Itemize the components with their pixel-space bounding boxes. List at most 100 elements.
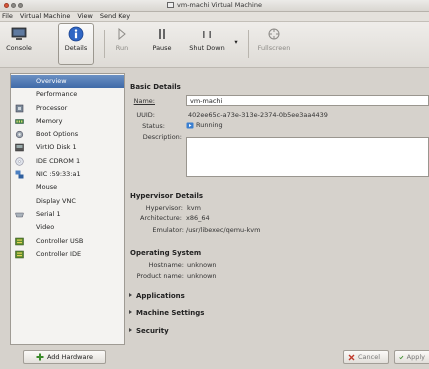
hostname-label: Hostname: [148,261,184,269]
add-hardware-button[interactable]: Add Hardware [23,350,106,364]
apply-button[interactable]: Apply [394,350,429,364]
sidebar-item-virtio-disk[interactable]: VirtIO Disk 1 [11,141,124,154]
fullscreen-button[interactable]: Fullscreen [254,24,294,52]
sidebar-item-label: Mouse [36,183,58,191]
sidebar-item-label: Overview [36,77,67,85]
sidebar-item-label: VirtIO Disk 1 [36,143,77,151]
sidebar-item-performance[interactable]: Performance [11,88,124,101]
boot-icon [15,130,24,139]
expander-arrow-icon [129,328,132,332]
uuid-value: 402ee65c-a73e-313e-2374-0b5ee3aa4439 [188,111,328,119]
sidebar-item-video[interactable]: Video [11,221,124,234]
fullscreen-label: Fullscreen [257,44,291,52]
description-field[interactable] [186,137,429,177]
basic-details-heading: Basic Details [130,83,181,91]
plus-icon [36,353,44,361]
running-icon [186,122,194,128]
machine-settings-label: Machine Settings [136,309,205,317]
emulator-value: /usr/libexec/qemu-kvm [186,226,261,234]
sidebar-item-label: Memory [36,117,63,125]
details-label: Details [64,44,88,52]
serial-icon [15,212,24,218]
hypervisor-details-heading: Hypervisor Details [130,192,204,200]
cancel-label: Cancel [358,353,381,361]
sidebar-item-label: Processor [36,104,68,112]
sidebar-item-label: Performance [36,90,78,98]
sidebar-item-boot-options[interactable]: Boot Options [11,128,124,141]
sidebar-item-display-vnc[interactable]: Display VNC [11,195,124,208]
product-name-label: Product name: [136,272,184,280]
info-icon [61,24,91,44]
memory-icon [15,119,24,124]
security-label: Security [136,327,169,335]
toolbar: Console Details Run Pause Shut Down ▾ Fu… [0,22,429,68]
sidebar-item-mouse[interactable]: Mouse [11,181,124,194]
sidebar-item-label: Serial 1 [36,210,61,218]
name-label: Name: [133,97,155,105]
menu-file[interactable]: File [2,12,13,21]
title-bar: vm-machi Virtual Machine [0,0,429,12]
sidebar-item-label: Controller USB [36,237,84,245]
menu-send-key[interactable]: Send Key [100,12,130,21]
sidebar-item-label: Display VNC [36,197,76,205]
architecture-label: Architecture: [140,214,182,222]
monitor-icon [4,24,34,44]
applications-label: Applications [136,292,185,300]
sidebar-item-overview[interactable]: Overview [11,75,124,88]
status-label: Status: [142,122,165,130]
disk-icon [15,143,24,152]
sidebar-item-ide-cdrom[interactable]: IDE CDROM 1 [11,155,124,168]
operating-system-heading: Operating System [130,249,202,257]
toolbar-separator [248,30,249,58]
run-button[interactable]: Run [110,24,134,52]
fullscreen-icon [254,24,294,44]
controller-icon [15,250,24,259]
details-panel: Basic Details Name: vm-machi UUID: 402ee… [128,78,429,348]
chevron-down-icon: ▾ [234,38,238,46]
toolbar-separator [104,30,105,58]
console-label: Console [6,44,32,52]
shutdown-dropdown-button[interactable]: ▾ [232,38,240,46]
cancel-button[interactable]: Cancel [343,350,389,364]
hypervisor-label: Hypervisor: [145,204,183,212]
sidebar-item-controller-usb[interactable]: Controller USB [11,235,124,248]
sidebar-item-label: IDE CDROM 1 [36,157,81,165]
status-value: Running [186,121,223,129]
console-button[interactable]: Console [4,24,34,52]
sidebar-item-serial[interactable]: Serial 1 [11,208,124,221]
cancel-icon [348,354,355,360]
menu-bar: File Virtual Machine View Send Key [0,12,429,22]
description-label: Description: [142,133,182,141]
expander-arrow-icon [129,293,132,297]
menu-virtual-machine[interactable]: Virtual Machine [20,12,71,21]
hardware-list: Overview Performance Processor Memory Bo… [10,73,125,345]
sidebar-item-processor[interactable]: Processor [11,102,124,115]
shutdown-button[interactable]: Shut Down [187,24,227,52]
pause-button[interactable]: Pause [148,24,176,52]
add-hardware-label: Add Hardware [46,353,94,361]
nic-icon [15,170,24,179]
status-text: Running [196,121,223,129]
sidebar-item-label: Video [36,223,55,231]
menu-view[interactable]: View [77,12,92,21]
details-button[interactable]: Details [58,23,94,65]
play-icon [110,24,134,44]
expander-arrow-icon [129,310,132,314]
sidebar-item-memory[interactable]: Memory [11,115,124,128]
machine-settings-expander[interactable]: Machine Settings [129,309,204,317]
security-expander[interactable]: Security [129,327,169,335]
emulator-label: Emulator: [152,226,184,234]
name-field[interactable]: vm-machi [186,95,429,106]
power-icon [187,24,227,44]
sidebar-item-label: Boot Options [36,130,79,138]
product-name-value: unknown [187,272,217,280]
run-label: Run [115,44,129,52]
sidebar-item-controller-ide[interactable]: Controller IDE [11,248,124,261]
hostname-value: unknown [187,261,217,269]
applications-expander[interactable]: Applications [129,292,185,300]
sidebar-item-nic[interactable]: NIC :59:33:a1 [11,168,124,181]
window-title: vm-machi Virtual Machine [0,1,429,9]
cdrom-icon [15,157,24,166]
controller-icon [15,237,24,246]
processor-icon [15,104,24,113]
